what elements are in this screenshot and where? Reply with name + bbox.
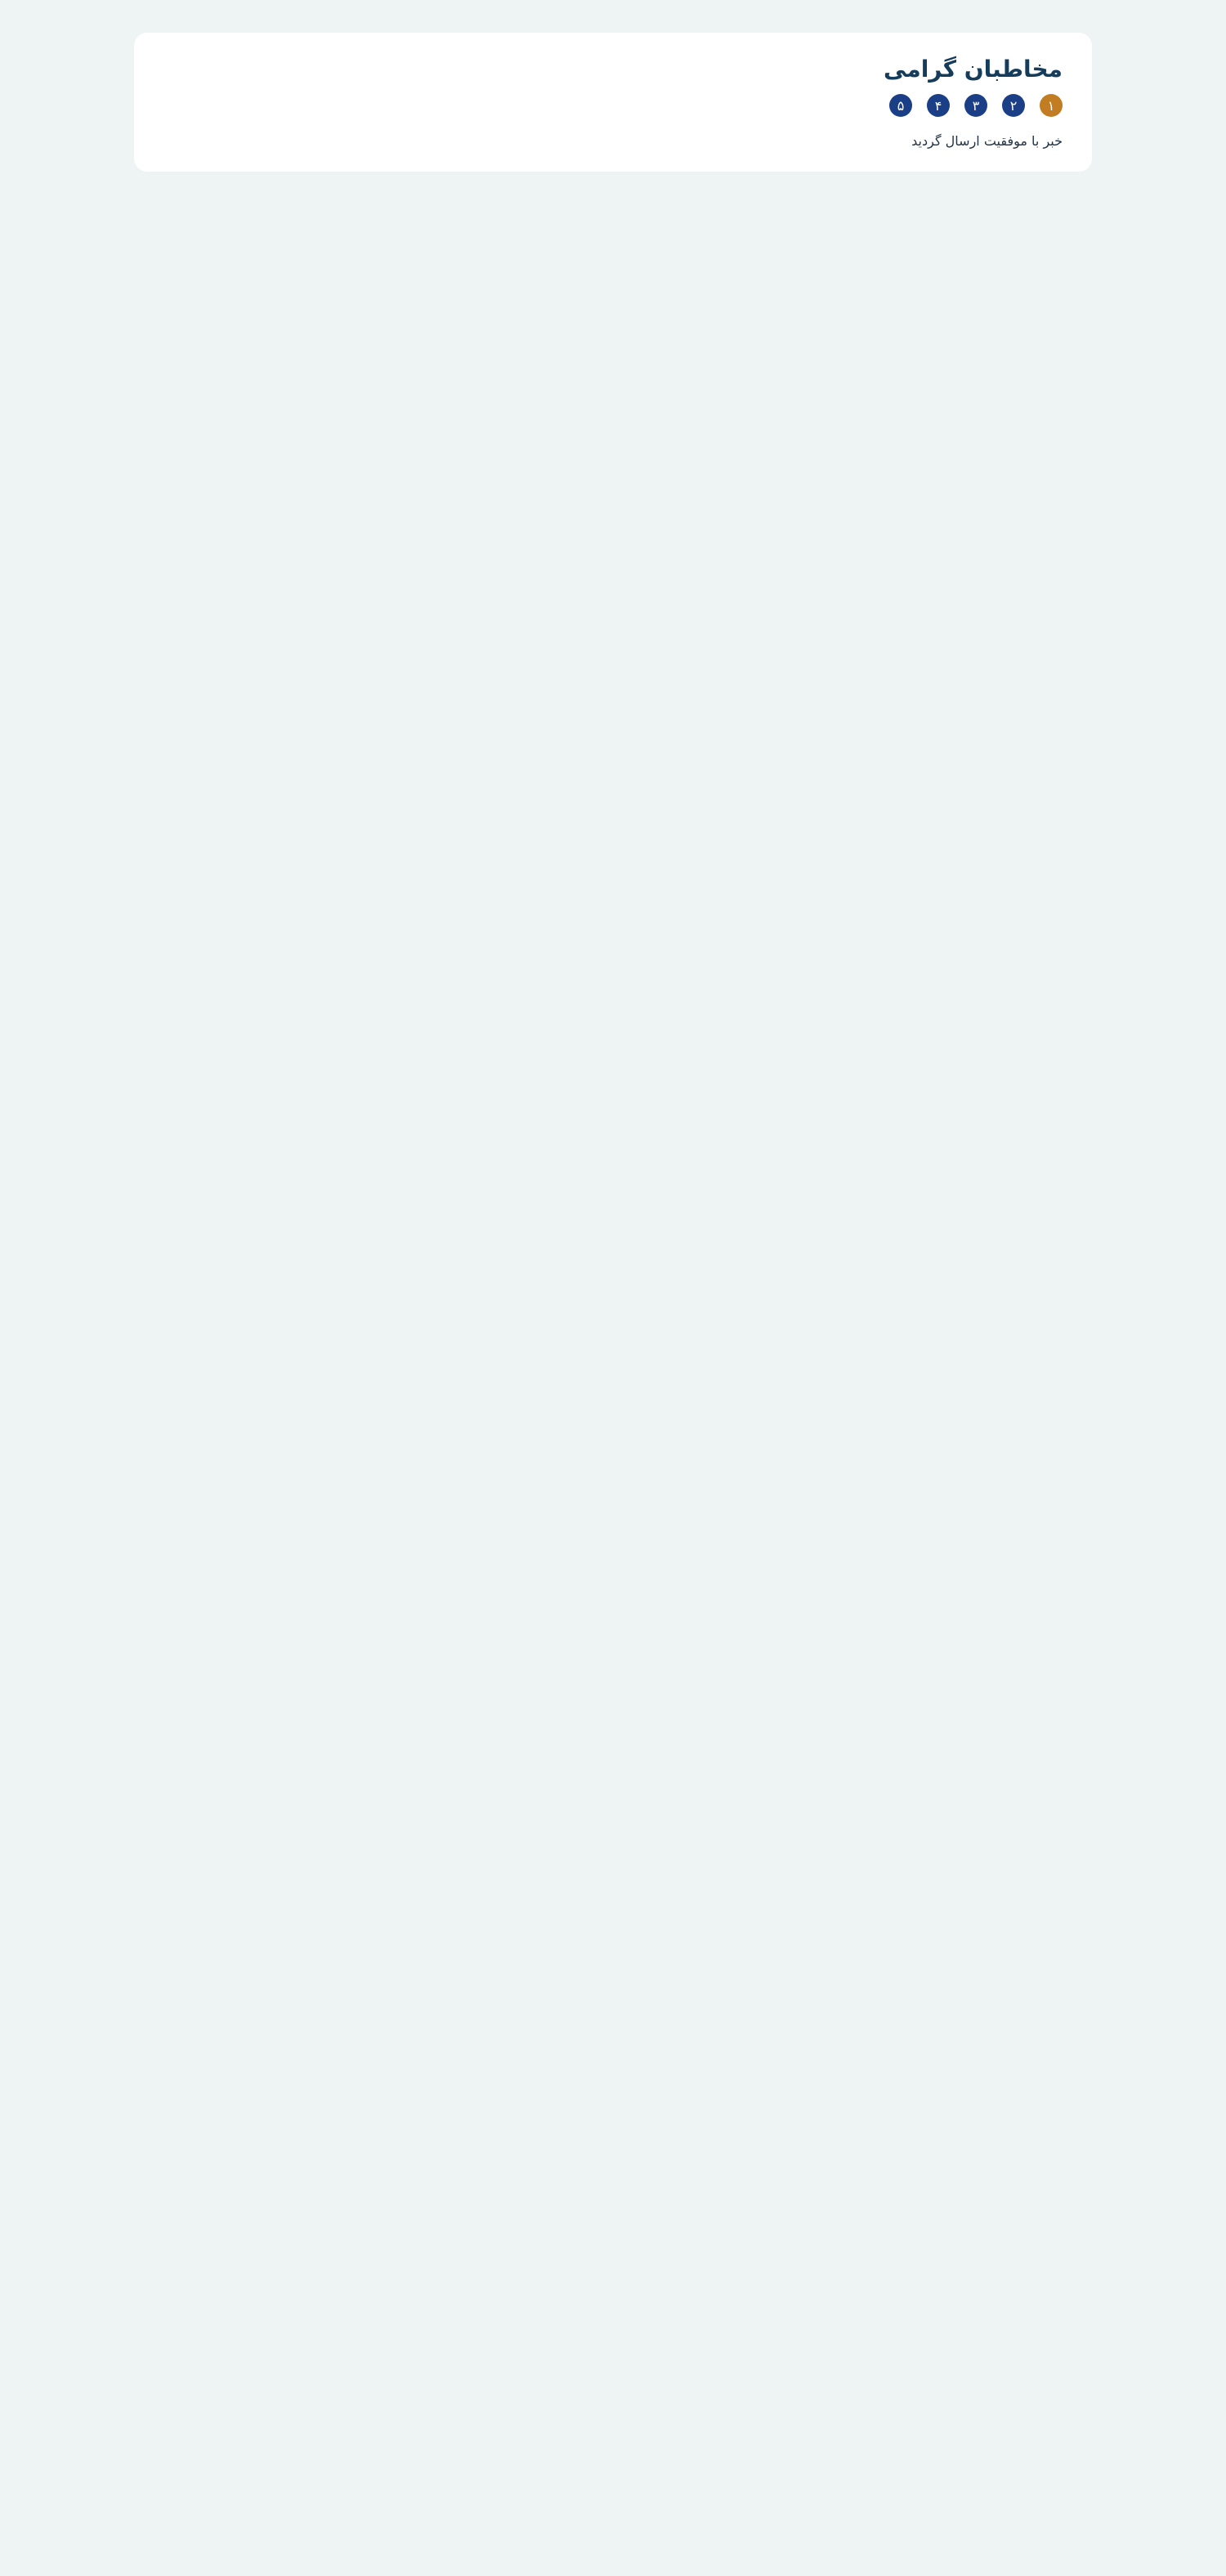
- step-3: ۳: [964, 94, 987, 117]
- step-indicator: ۱ ۲ ۳ ۴ ۵: [163, 94, 1063, 117]
- page-title: مخاطبان گرامی: [884, 56, 1063, 83]
- success-message: خبر با موفقیت ارسال گردید: [911, 133, 1063, 149]
- page-content: مخاطبان گرامی ۱ ۲ ۳ ۴ ۵ خبر با موفقیت ار…: [134, 33, 1092, 172]
- step-4: ۴: [927, 94, 950, 117]
- step-2: ۲: [1002, 94, 1025, 117]
- step-5: ۵: [889, 94, 912, 117]
- step-1: ۱: [1040, 94, 1063, 117]
